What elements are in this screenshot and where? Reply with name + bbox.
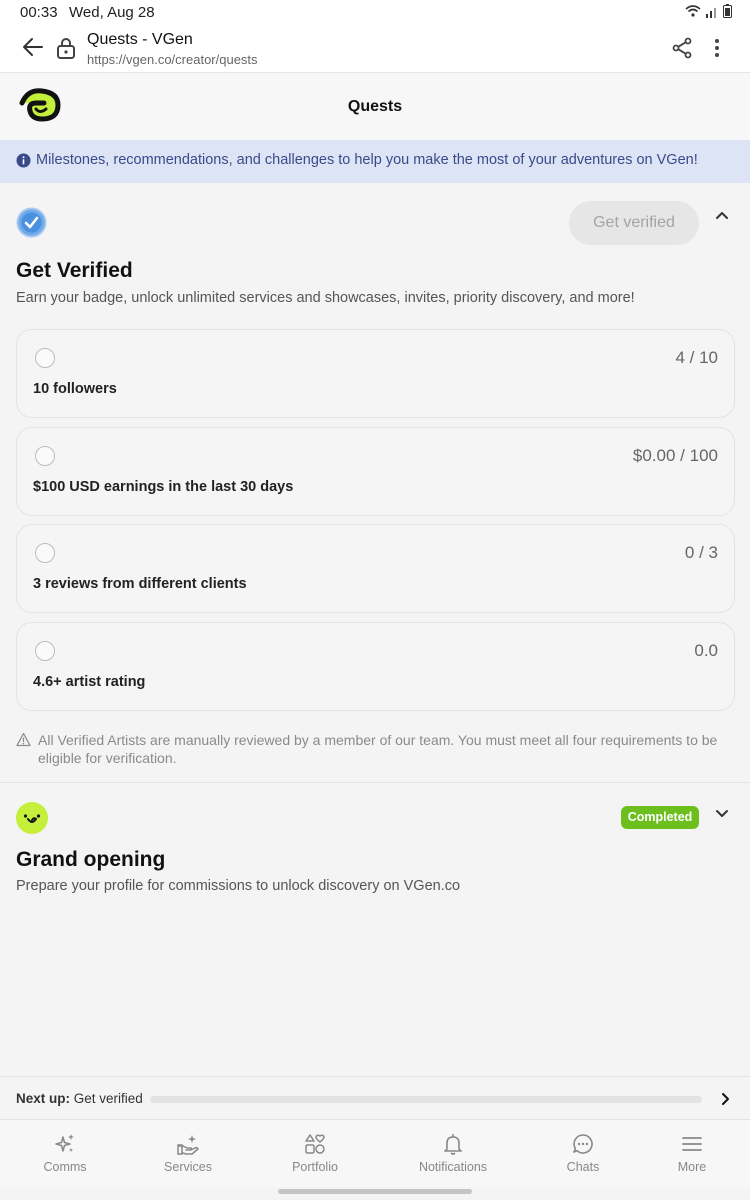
next-up-label: Next up: Get verified xyxy=(16,1091,143,1106)
requirement-progress: 0.0 xyxy=(694,641,718,660)
lock-icon[interactable] xyxy=(55,36,77,60)
nav-label: More xyxy=(677,1160,707,1174)
gesture-bar[interactable] xyxy=(278,1189,472,1194)
requirement-radio[interactable] xyxy=(35,543,55,563)
bottom-navigation: Comms Services Portfolio Notifications C… xyxy=(0,1119,750,1187)
sparkles-icon xyxy=(55,1134,74,1152)
next-up-prefix: Next up: xyxy=(16,1091,70,1106)
status-date: Wed, Aug 28 xyxy=(69,4,155,21)
nav-services[interactable]: Services xyxy=(133,1120,243,1188)
browser-toolbar: Quests - VGen https://vgen.co/creator/qu… xyxy=(0,26,750,72)
grand-opening-title: Grand opening xyxy=(16,848,166,871)
nav-label: Portfolio xyxy=(292,1160,338,1174)
grand-opening-icon xyxy=(16,802,48,834)
info-banner-text: Milestones, recommendations, and challen… xyxy=(36,152,698,168)
requirement-card[interactable]: 0.0 4.6+ artist rating xyxy=(16,622,735,711)
nav-label: Comms xyxy=(43,1160,87,1174)
next-up-bar[interactable]: Next up: Get verified xyxy=(0,1076,750,1119)
browser-url[interactable]: https://vgen.co/creator/quests xyxy=(87,52,258,67)
nav-comms[interactable]: Comms xyxy=(10,1120,120,1188)
warning-icon xyxy=(16,732,31,747)
status-time: 00:33 xyxy=(20,4,58,21)
requirement-radio[interactable] xyxy=(35,446,55,466)
requirement-card[interactable]: $0.00 / 100 $100 USD earnings in the las… xyxy=(16,427,735,516)
back-arrow-icon[interactable] xyxy=(20,34,46,60)
info-icon xyxy=(16,153,31,168)
nav-label: Notifications xyxy=(418,1160,488,1174)
chat-icon xyxy=(573,1134,593,1154)
nav-notifications[interactable]: Notifications xyxy=(398,1120,508,1188)
system-icons xyxy=(685,4,732,18)
page-title: Quests xyxy=(347,98,403,115)
wifi-icon xyxy=(685,5,701,17)
chevron-up-icon[interactable] xyxy=(711,205,733,225)
verified-section-description: Earn your badge, unlock unlimited servic… xyxy=(16,290,635,306)
requirement-progress: $0.00 / 100 xyxy=(632,446,718,465)
battery-icon xyxy=(723,4,732,18)
menu-icon xyxy=(682,1137,702,1151)
nav-label: Chats xyxy=(566,1160,600,1174)
more-options-icon[interactable] xyxy=(707,36,727,60)
requirement-label: 10 followers xyxy=(33,381,117,397)
requirement-radio[interactable] xyxy=(35,641,55,661)
next-up-quest: Get verified xyxy=(73,1091,143,1106)
requirement-radio[interactable] xyxy=(35,348,55,368)
verification-note: All Verified Artists are manually review… xyxy=(16,731,728,767)
signal-icon xyxy=(706,7,716,18)
bell-icon xyxy=(444,1134,462,1155)
requirement-label: $100 USD earnings in the last 30 days xyxy=(33,479,294,495)
requirement-progress: 4 / 10 xyxy=(675,348,718,367)
shapes-icon xyxy=(305,1134,325,1154)
section-divider xyxy=(0,782,750,783)
nav-portfolio[interactable]: Portfolio xyxy=(260,1120,370,1188)
app-header: Quests xyxy=(0,72,750,140)
nav-label: Services xyxy=(164,1160,212,1174)
get-verified-button[interactable]: Get verified xyxy=(569,201,699,245)
requirement-label: 3 reviews from different clients xyxy=(33,576,247,592)
nav-more[interactable]: More xyxy=(637,1120,747,1188)
verified-section-title: Get Verified xyxy=(16,259,133,282)
requirement-card[interactable]: 0 / 3 3 reviews from different clients xyxy=(16,524,735,613)
requirement-label: 4.6+ artist rating xyxy=(33,674,146,690)
chevron-right-icon[interactable] xyxy=(716,1089,734,1109)
info-banner: Milestones, recommendations, and challen… xyxy=(0,140,750,183)
status-bar: 00:33 Wed, Aug 28 xyxy=(0,0,750,26)
nav-chats[interactable]: Chats xyxy=(528,1120,638,1188)
hand-sparkle-icon xyxy=(177,1135,199,1155)
chevron-down-icon[interactable] xyxy=(711,803,733,823)
verification-note-text: All Verified Artists are manually review… xyxy=(38,732,718,766)
grand-opening-description: Prepare your profile for commissions to … xyxy=(16,878,461,894)
completed-badge: Completed xyxy=(621,806,699,829)
share-icon[interactable] xyxy=(670,36,694,60)
requirement-card[interactable]: 4 / 10 10 followers xyxy=(16,329,735,418)
browser-page-title[interactable]: Quests - VGen xyxy=(87,31,193,49)
requirement-progress: 0 / 3 xyxy=(684,543,718,562)
verified-badge-icon xyxy=(16,207,47,238)
next-up-progress-bar xyxy=(150,1096,702,1103)
